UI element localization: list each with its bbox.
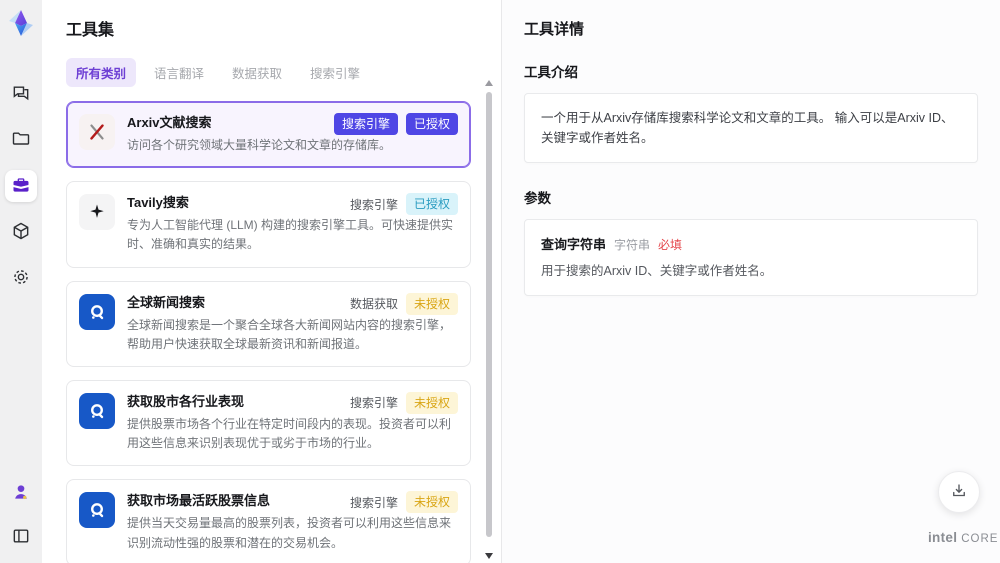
panel-toggle-icon [11, 526, 31, 549]
param-required-badge: 必填 [658, 238, 683, 252]
chat-icon [11, 83, 31, 106]
tool-card-active-stocks[interactable]: 获取市场最活跃股票信息 提供当天交易量最高的股票列表，投资者可以利用这些信息来识… [66, 479, 471, 563]
auth-status-badge: 已授权 [405, 193, 458, 216]
app-window: 工具集 所有类别 语言翻译 数据获取 搜索引擎 Arxiv文献搜索 访问各个研究… [0, 0, 1000, 563]
core-logo-text: core [961, 533, 999, 545]
download-button[interactable] [938, 471, 980, 513]
auth-status-badge: 未授权 [405, 292, 458, 315]
category-label: 数据获取 [349, 297, 398, 312]
category-label: 搜索引擎 [349, 396, 398, 411]
tool-card-industry-performance[interactable]: 获取股市各行业表现 提供股票市场各个行业在特定时间段内的表现。投资者可以利用这些… [66, 379, 471, 467]
tab-all-categories[interactable]: 所有类别 [66, 58, 137, 87]
settings-gear-icon [11, 267, 31, 290]
tab-data-acquisition[interactable]: 数据获取 [222, 58, 292, 87]
sidebar-item-tools[interactable] [5, 170, 37, 202]
tool-list-panel: 工具集 所有类别 语言翻译 数据获取 搜索引擎 Arxiv文献搜索 访问各个研究… [42, 0, 502, 563]
icon-rail [0, 0, 42, 563]
param-name: 查询字符串 [541, 237, 607, 252]
folder-icon [11, 129, 31, 152]
tool-card-global-news[interactable]: 全球新闻搜索 全球新闻搜索是一个聚合全球各大新闻网站内容的搜索引擎，帮助用户快速… [66, 280, 471, 367]
tab-search-engine[interactable]: 搜索引擎 [300, 58, 370, 87]
tool-card-arxiv[interactable]: Arxiv文献搜索 访问各个研究领域大量科学论文和文章的存储库。 搜索引擎 已授… [66, 101, 471, 169]
scroll-up-arrow-icon[interactable] [485, 80, 493, 86]
category-label: 搜索引擎 [349, 495, 398, 510]
param-card: 查询字符串 字符串 必填 用于搜索的Arxiv ID、关键字或作者姓名。 [524, 219, 978, 296]
tool-description: 专为人工智能代理 (LLM) 构建的搜索引擎工具。可快速提供实时、准确和真实的结… [127, 218, 454, 252]
news-search-logo-icon [79, 293, 115, 330]
tool-card-list: Arxiv文献搜索 访问各个研究领域大量科学论文和文章的存储库。 搜索引擎 已授… [66, 101, 471, 563]
page-title: 工具集 [66, 22, 115, 39]
news-search-logo-icon [79, 392, 115, 429]
arxiv-logo-icon [79, 114, 115, 150]
tool-description: 全球新闻搜索是一个聚合全球各大新闻网站内容的搜索引擎，帮助用户快速获取全球最新资… [127, 317, 452, 351]
param-type: 字符串 [614, 238, 651, 252]
tool-card-tavily[interactable]: Tavily搜索 专为人工智能代理 (LLM) 构建的搜索引擎工具。可快速提供实… [66, 181, 471, 268]
tool-description: 提供股票市场各个行业在特定时间段内的表现。投资者可以利用这些信息来识别表现优于或… [127, 416, 452, 451]
news-search-logo-icon [79, 492, 115, 529]
detail-title: 工具详情 [524, 21, 585, 38]
scrollbar-thumb[interactable] [486, 92, 492, 537]
user-avatar[interactable] [5, 477, 37, 509]
list-scrollbar[interactable] [485, 80, 493, 559]
toolbox-icon [11, 175, 31, 198]
sidebar-item-packages[interactable] [5, 216, 37, 248]
intro-card: 一个用于从Arxiv存储库搜索科学论文和文章的工具。 输入可以是Arxiv ID… [524, 93, 978, 163]
intro-heading: 工具介绍 [524, 65, 578, 80]
tab-language-translation[interactable]: 语言翻译 [144, 58, 214, 87]
category-tabs: 所有类别 语言翻译 数据获取 搜索引擎 [66, 58, 471, 87]
param-description: 用于搜索的Arxiv ID、关键字或作者姓名。 [541, 264, 773, 278]
intel-logo-text: intel [928, 530, 958, 545]
tool-description: 提供当天交易量最高的股票列表，投资者可以利用这些信息来识别流动性强的股票和潜在的… [127, 516, 452, 550]
category-badge: 搜索引擎 [333, 113, 398, 135]
params-heading: 参数 [524, 191, 551, 206]
download-icon [950, 482, 968, 503]
scroll-down-arrow-icon[interactable] [485, 553, 493, 559]
sidebar-item-files[interactable] [5, 124, 37, 156]
intro-text: 一个用于从Arxiv存储库搜索科学论文和文章的工具。 输入可以是Arxiv ID… [541, 111, 954, 145]
collapse-sidebar-button[interactable] [5, 521, 37, 553]
app-logo-icon[interactable] [6, 8, 36, 38]
user-avatar-icon [11, 482, 31, 505]
tool-detail-panel: 工具详情 工具介绍 一个用于从Arxiv存储库搜索科学论文和文章的工具。 输入可… [502, 0, 1000, 563]
auth-status-badge: 未授权 [405, 491, 458, 514]
sidebar-item-chat[interactable] [5, 78, 37, 110]
package-icon [11, 221, 31, 244]
auth-status-badge: 已授权 [405, 113, 458, 135]
category-label: 搜索引擎 [349, 197, 398, 212]
intel-core-logo: intel core [928, 530, 997, 545]
auth-status-badge: 未授权 [405, 391, 458, 414]
tavily-star-icon [79, 194, 115, 231]
sidebar-item-settings[interactable] [5, 262, 37, 294]
tool-description: 访问各个研究领域大量科学论文和文章的存储库。 [127, 138, 392, 152]
